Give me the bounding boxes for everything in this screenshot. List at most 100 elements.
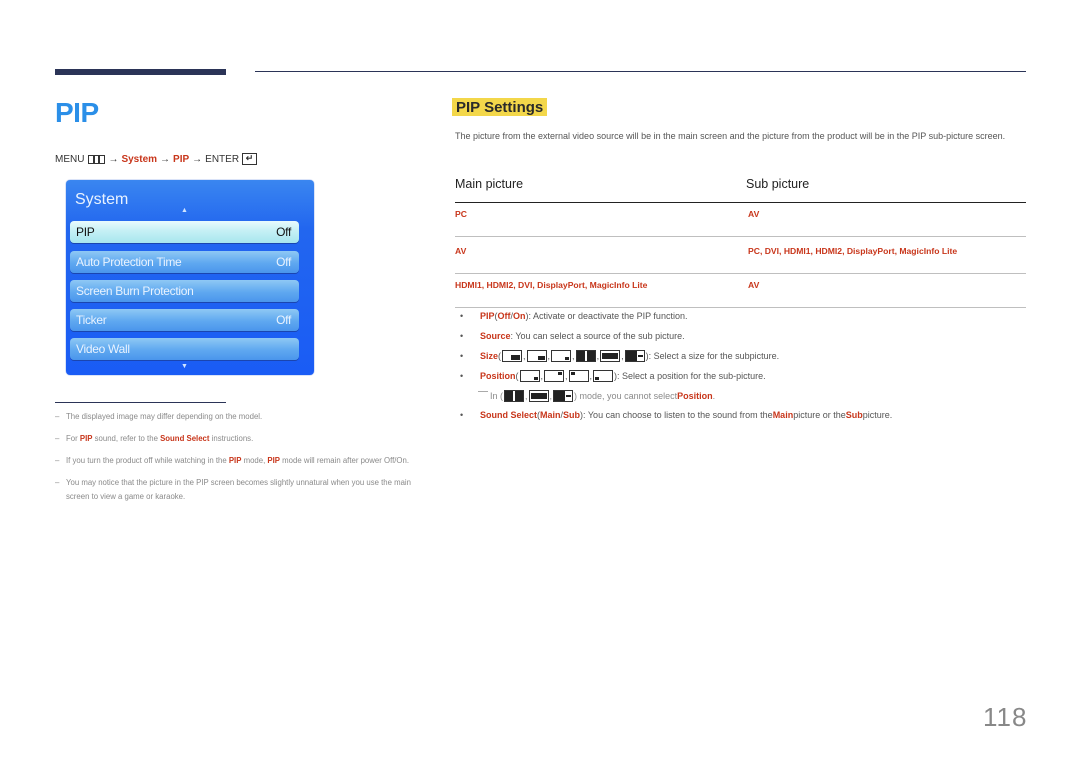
table-header: Main picture Sub picture bbox=[455, 175, 1026, 203]
option-value: Main bbox=[540, 410, 561, 420]
page-number: 118 bbox=[983, 702, 1028, 732]
note-item: – If you turn the product off while watc… bbox=[55, 454, 430, 468]
bullet-icon: • bbox=[460, 311, 464, 321]
bullet-icon: • bbox=[460, 331, 464, 341]
source-table: Main picture Sub picture PC AV AV PC, DV… bbox=[455, 175, 1026, 308]
note-keyword: PIP bbox=[79, 434, 93, 443]
osd-item-pip[interactable]: PIP Off bbox=[70, 221, 299, 243]
header-rule-thin bbox=[255, 71, 1026, 72]
menu-path: MENU → System → PIP → ENTER ↵ bbox=[55, 153, 258, 165]
option-name: Sound Select bbox=[480, 410, 538, 420]
size-side-by-side-split-icon bbox=[553, 389, 574, 402]
menu-icon bbox=[88, 154, 106, 164]
text-fragment: . bbox=[712, 390, 716, 401]
option-name: Position bbox=[480, 371, 516, 381]
dash-icon: – bbox=[55, 434, 60, 443]
osd-item-label: Screen Burn Protection bbox=[76, 284, 194, 298]
note-keyword: PIP bbox=[267, 456, 280, 465]
notes-divider bbox=[55, 402, 226, 403]
scroll-up-icon[interactable]: ▲ bbox=[181, 207, 188, 214]
text-fragment: ( bbox=[515, 371, 519, 381]
bullet-icon: • bbox=[460, 351, 464, 361]
section-intro: The picture from the external video sour… bbox=[455, 131, 1006, 141]
table-row: PC AV bbox=[455, 203, 1026, 237]
column-header-sub: Sub picture bbox=[746, 177, 810, 191]
osd-system-menu: System ▲ PIP Off Auto Protection Time Of… bbox=[66, 180, 314, 375]
note-item: – For PIP sound, refer to the Sound Sele… bbox=[55, 432, 430, 446]
size-side-by-side-small-icon bbox=[600, 350, 621, 362]
note-text: The displayed image may differ depending… bbox=[66, 412, 263, 421]
option-name: Size bbox=[480, 351, 499, 361]
option-value: Sub bbox=[845, 410, 863, 420]
osd-item-label: Video Wall bbox=[76, 342, 130, 356]
list-item-sound-select: • Sound Select (Main / Sub): You can cho… bbox=[460, 405, 1030, 425]
text-fragment: ): Activate or deactivate the PIP functi… bbox=[525, 311, 688, 321]
osd-item-screen-burn-protection[interactable]: Screen Burn Protection bbox=[70, 280, 299, 302]
note-fragment: mode will remain after power Off/On. bbox=[280, 456, 409, 465]
text-fragment: ): Select a position for the sub-picture… bbox=[614, 371, 766, 381]
size-side-by-side-large-icon bbox=[575, 350, 596, 362]
table-row: AV PC, DVI, HDMI1, HDMI2, DisplayPort, M… bbox=[455, 237, 1026, 274]
note-dash-icon bbox=[478, 391, 488, 392]
osd-title: System bbox=[75, 191, 129, 208]
note-fragment: instructions. bbox=[209, 434, 254, 443]
size-medium-icon bbox=[526, 350, 547, 362]
scroll-down-icon[interactable]: ▼ bbox=[181, 363, 188, 370]
text-fragment: ) mode, you cannot select bbox=[574, 390, 678, 401]
note-fragment: For bbox=[66, 434, 80, 443]
cell-main: HDMI1, HDMI2, DVI, DisplayPort, MagicInf… bbox=[455, 280, 648, 290]
cell-sub: AV bbox=[748, 209, 760, 219]
menu-label: MENU bbox=[55, 153, 85, 165]
text-fragment: picture or the bbox=[793, 410, 846, 420]
position-bottom-right-icon bbox=[519, 370, 540, 382]
option-name: PIP bbox=[480, 311, 495, 321]
option-value: On bbox=[513, 311, 526, 321]
position-bottom-left-icon bbox=[593, 370, 614, 382]
note-text: If you turn the product off while watchi… bbox=[66, 454, 409, 468]
option-name: Position bbox=[677, 390, 713, 401]
note-keyword: PIP bbox=[228, 456, 242, 465]
column-header-main: Main picture bbox=[455, 177, 524, 191]
cell-sub: PC, DVI, HDMI1, HDMI2, DisplayPort, Magi… bbox=[748, 246, 958, 256]
osd-item-auto-protection-time[interactable]: Auto Protection Time Off bbox=[70, 251, 299, 273]
text-fragment: ): Select a size for the subpicture. bbox=[645, 351, 780, 361]
cell-main: PC bbox=[455, 209, 467, 219]
osd-item-video-wall[interactable]: Video Wall bbox=[70, 338, 299, 360]
osd-item-label: Ticker bbox=[76, 313, 107, 327]
text-fragment: ): You can choose to listen to the sound… bbox=[580, 410, 773, 420]
note-fragment: If you turn the product off while watchi… bbox=[66, 456, 229, 465]
size-large-icon bbox=[502, 350, 523, 362]
option-name: Source bbox=[480, 331, 511, 341]
dash-icon: – bbox=[55, 456, 60, 465]
cell-main: AV bbox=[455, 246, 467, 256]
header-rule-thick bbox=[55, 69, 226, 75]
text-fragment: In ( bbox=[490, 390, 504, 401]
menu-path-system: System bbox=[121, 153, 158, 165]
arrow-icon: → bbox=[108, 153, 119, 165]
dash-icon: – bbox=[55, 412, 60, 421]
text-fragment: : You can select a source of the sub pic… bbox=[510, 331, 685, 341]
cell-sub: AV bbox=[748, 280, 760, 290]
enter-label: ENTER bbox=[205, 153, 240, 165]
settings-list: • PIP (Off / On): Activate or deactivate… bbox=[460, 306, 1030, 425]
size-small-icon bbox=[551, 350, 572, 362]
option-value: Off bbox=[497, 311, 511, 321]
text-fragment: picture. bbox=[862, 410, 893, 420]
option-value: Sub bbox=[563, 410, 581, 420]
note-fragment: mode, bbox=[241, 456, 268, 465]
note-item: – You may notice that the picture in the… bbox=[55, 476, 430, 504]
osd-item-value: Off bbox=[276, 313, 291, 327]
list-item-pip: • PIP (Off / On): Activate or deactivate… bbox=[460, 306, 1030, 326]
arrow-icon: → bbox=[160, 153, 171, 165]
page-title: PIP bbox=[55, 97, 99, 128]
osd-item-ticker[interactable]: Ticker Off bbox=[70, 309, 299, 331]
arrow-icon: → bbox=[192, 153, 203, 165]
enter-icon: ↵ bbox=[242, 153, 258, 165]
note-item: – The displayed image may differ dependi… bbox=[55, 410, 430, 424]
menu-path-pip: PIP bbox=[173, 153, 190, 165]
list-item-position: • Position ( , , , ): Select a position … bbox=[460, 370, 766, 382]
table-row: HDMI1, HDMI2, DVI, DisplayPort, MagicInf… bbox=[455, 274, 1026, 308]
list-item-size: • Size ( , , , , , ): Select a size for … bbox=[460, 350, 780, 362]
notes-list: – The displayed image may differ dependi… bbox=[55, 410, 430, 512]
position-top-right-icon bbox=[544, 370, 565, 382]
